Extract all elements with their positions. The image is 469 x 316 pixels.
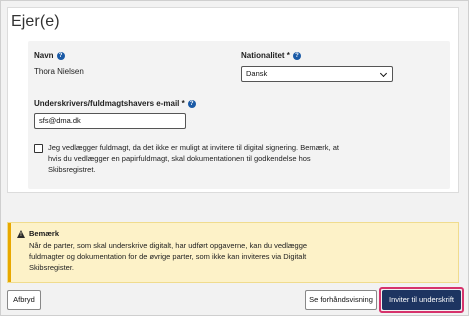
cancel-button[interactable]: Afbryd xyxy=(7,290,41,310)
notice-accent-bar xyxy=(8,223,11,282)
notice-body: Når de parter, som skal underskrive digi… xyxy=(29,241,308,272)
power-of-attorney-checkbox[interactable] xyxy=(34,144,43,153)
owner-card: Ejer(e) Navn ? Thora Nielsen Nationalite… xyxy=(7,7,459,193)
notice-title: Bemærk xyxy=(29,229,60,238)
nationality-label: Nationalitet * xyxy=(241,51,290,60)
warning-icon-mark: ! xyxy=(20,232,22,238)
help-icon[interactable]: ? xyxy=(187,99,196,108)
nationality-label-row: Nationalitet * ? xyxy=(241,51,301,60)
email-label: Underskrivers/fuldmagtshavers e-mail * xyxy=(34,99,185,108)
nationality-selected-value: Dansk xyxy=(246,69,268,78)
section-title: Ejer(e) xyxy=(11,13,60,30)
name-label-row: Navn ? xyxy=(34,51,65,60)
chevron-down-icon xyxy=(379,69,388,78)
power-of-attorney-text: Jeg vedlægger fuldmagt, da det ikke er m… xyxy=(48,143,339,174)
owner-fields-panel: Navn ? Thora Nielsen Nationalitet * ? Da… xyxy=(28,41,450,189)
name-label: Navn xyxy=(34,51,54,60)
preview-button[interactable]: Se forhåndsvisning xyxy=(305,290,377,310)
name-value: Thora Nielsen xyxy=(34,67,84,76)
notice-box: ! Bemærk Når de parter, som skal undersk… xyxy=(7,222,459,283)
help-icon[interactable]: ? xyxy=(292,51,301,60)
email-field-value: sfs@dma.dk xyxy=(39,116,81,125)
invite-to-sign-button[interactable]: Inviter til underskrift xyxy=(382,290,461,310)
email-label-row: Underskrivers/fuldmagtshavers e-mail * ? xyxy=(34,99,196,108)
email-field[interactable]: sfs@dma.dk xyxy=(34,113,186,129)
help-icon[interactable]: ? xyxy=(56,51,65,60)
nationality-select[interactable]: Dansk xyxy=(241,66,393,82)
